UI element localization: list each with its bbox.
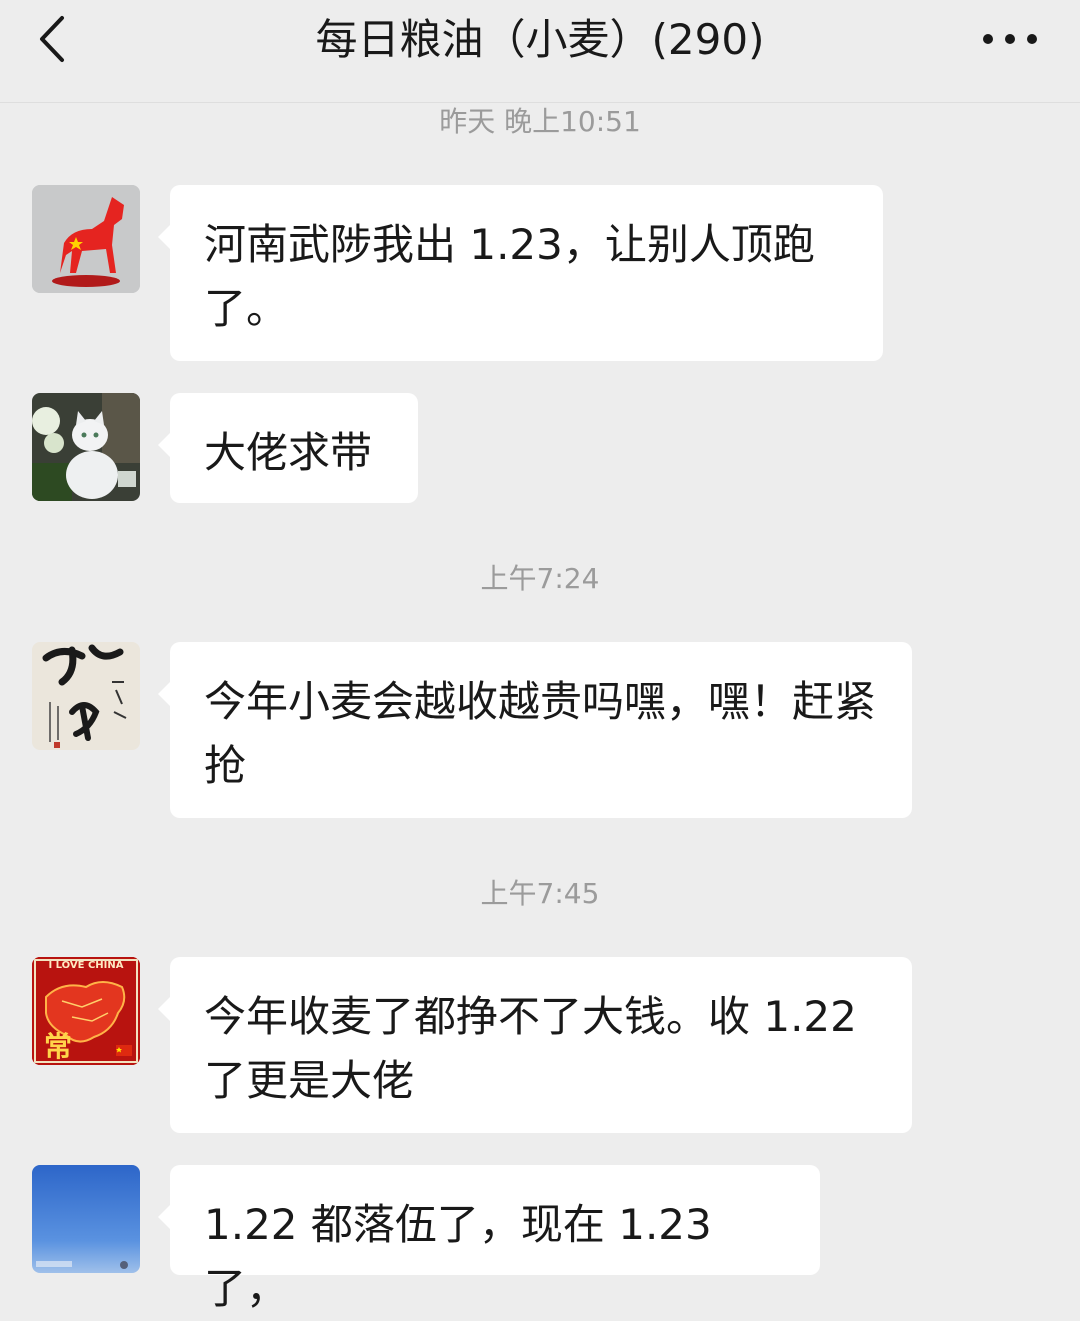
avatar-caption: I LOVE CHINA (48, 960, 124, 971)
love-china-avatar[interactable]: I LOVE CHINA 常 (32, 957, 140, 1065)
chat-header: 每日粮油（小麦）(290) (0, 0, 1080, 103)
avatar-character: 常 (44, 1030, 73, 1063)
red-horse-avatar[interactable] (32, 185, 140, 293)
message-bubble[interactable]: 今年收麦了都挣不了大钱。收 1.22 了更是大佬 (158, 957, 912, 1133)
sky-image (32, 1165, 140, 1273)
calligraphy-avatar[interactable] (32, 642, 140, 750)
cat-image (32, 393, 140, 501)
chat-title: 每日粮油（小麦）(290) (315, 15, 765, 64)
message-bubble[interactable]: 1.22 都落伍了，现在 1.23 了， (158, 1165, 820, 1313)
calligraphy-image (32, 642, 140, 750)
white-cat-avatar[interactable] (32, 393, 140, 501)
message-bubble[interactable]: 大佬求带 (158, 393, 418, 503)
more-dots-icon[interactable] (980, 24, 1040, 54)
message-bubble[interactable]: 今年小麦会越收越贵吗嘿，嘿！赶紧抢 (158, 642, 912, 818)
timestamp: 上午7:45 (480, 877, 600, 910)
timestamp: 昨天 晚上10:51 (439, 105, 641, 138)
horse-image (32, 185, 140, 293)
message-bubble[interactable]: 河南武陟我出 1.23，让别人顶跑了。 (158, 185, 883, 361)
timestamp: 上午7:24 (480, 562, 600, 595)
blue-sky-avatar[interactable] (32, 1165, 140, 1273)
